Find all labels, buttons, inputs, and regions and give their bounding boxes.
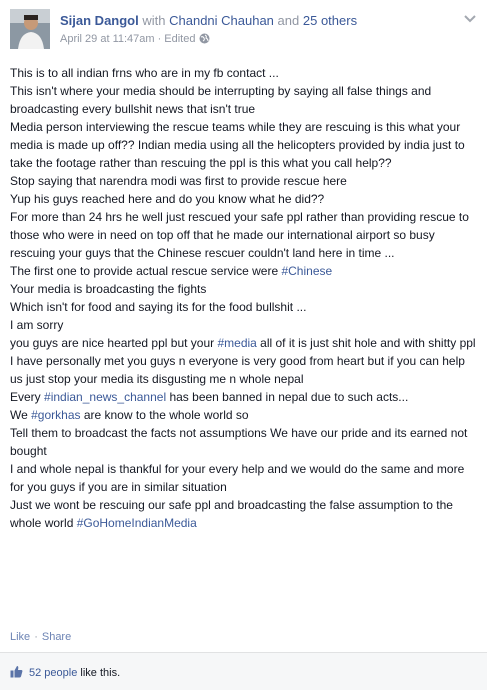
post-line: Tell them to broadcast the facts not ass… <box>10 424 480 460</box>
post-text: I am sorry <box>10 318 64 332</box>
post-line: Yup his guys reached here and do you kno… <box>10 190 480 208</box>
action-separator: · <box>34 631 38 643</box>
post-line: Media person interviewing the rescue tea… <box>10 118 480 172</box>
globe-icon[interactable] <box>199 33 210 44</box>
post-text: Tell them to broadcast the facts not ass… <box>10 426 468 458</box>
hashtag-link[interactable]: #indian_news_channel <box>44 390 166 404</box>
post-text: Media person interviewing the rescue tea… <box>10 120 465 170</box>
post-line: Every #indian_news_channel has been bann… <box>10 388 480 406</box>
post-text: Stop saying that narendra modi was first… <box>10 174 347 188</box>
post-meta: April 29 at 11:47am · Edited <box>60 32 210 46</box>
post-author-line: Sijan Dangol with Chandni Chauhan and 25… <box>60 13 357 29</box>
post-line: Which isn't for food and saying its for … <box>10 298 480 316</box>
post-text: This isn't where your media should be in… <box>10 84 432 116</box>
avatar[interactable] <box>10 9 50 49</box>
post-text: Every <box>10 390 45 404</box>
post-actions: Like · Share <box>10 631 71 643</box>
likes-bar: 52 people like this. <box>0 652 487 690</box>
author-name[interactable]: Sijan Dangol <box>60 13 139 28</box>
post-text: all of it is just shit hole and with shi… <box>256 336 476 350</box>
post-line: For more than 24 hrs he well just rescue… <box>10 208 480 262</box>
post-text: are know to the whole world so <box>80 408 249 422</box>
post-text: We <box>10 408 32 422</box>
and-text: and <box>277 13 300 28</box>
hashtag-link[interactable]: #Chinese <box>281 264 332 278</box>
post-line: I have personally met you guys n everyon… <box>10 352 480 388</box>
post-text: Yup his guys reached here and do you kno… <box>10 192 325 206</box>
timestamp[interactable]: April 29 at 11:47am <box>60 33 155 45</box>
edited-label[interactable]: Edited <box>164 33 195 45</box>
likes-suffix: like this. <box>80 667 121 679</box>
post-line: This is to all indian frns who are in my… <box>10 64 480 82</box>
post-text: For more than 24 hrs he well just rescue… <box>10 210 469 260</box>
post-text: has been banned in nepal due to such act… <box>166 390 409 404</box>
hashtag-link[interactable]: #media <box>217 336 256 350</box>
hashtag-link[interactable]: #GoHomeIndianMedia <box>77 516 197 530</box>
likes-summary: 52 people like this. <box>10 665 120 679</box>
thumbs-up-icon <box>10 665 23 678</box>
post-text: you guys are nice hearted ppl but your <box>10 336 218 350</box>
post-line: you guys are nice hearted ppl but your #… <box>10 334 480 352</box>
post-text: I and whole nepal is thankful for your e… <box>10 462 465 494</box>
post-line: We #gorkhas are know to the whole world … <box>10 406 480 424</box>
share-link[interactable]: Share <box>42 631 71 643</box>
post-line: I am sorry <box>10 316 480 334</box>
post: Sijan Dangol with Chandni Chauhan and 25… <box>0 0 487 690</box>
meta-separator: · <box>157 33 162 45</box>
post-text: Which isn't for food and saying its for … <box>10 300 307 314</box>
chevron-down-icon[interactable] <box>463 11 477 23</box>
post-line: Stop saying that narendra modi was first… <box>10 172 480 190</box>
post-line: This isn't where your media should be in… <box>10 82 480 118</box>
like-link[interactable]: Like <box>10 631 30 643</box>
post-text: This is to all indian frns who are in my… <box>10 66 279 80</box>
post-line: I and whole nepal is thankful for your e… <box>10 460 480 496</box>
with-text: with <box>142 13 166 28</box>
post-line: The first one to provide actual rescue s… <box>10 262 480 280</box>
post-line: Your media is broadcasting the fights <box>10 280 480 298</box>
post-text: The first one to provide actual rescue s… <box>10 264 282 278</box>
likes-count-link[interactable]: 52 people <box>29 667 77 679</box>
hashtag-link[interactable]: #gorkhas <box>31 408 80 422</box>
post-text: I have personally met you guys n everyon… <box>10 354 465 386</box>
others-link[interactable]: 25 others <box>303 13 357 28</box>
tagged-person[interactable]: Chandni Chauhan <box>169 13 274 28</box>
post-text: Your media is broadcasting the fights <box>10 282 207 296</box>
post-body: This is to all indian frns who are in my… <box>10 64 480 532</box>
post-line: Just we wont be rescuing our safe ppl an… <box>10 496 480 532</box>
post-header: Sijan Dangol with Chandni Chauhan and 25… <box>10 9 477 53</box>
